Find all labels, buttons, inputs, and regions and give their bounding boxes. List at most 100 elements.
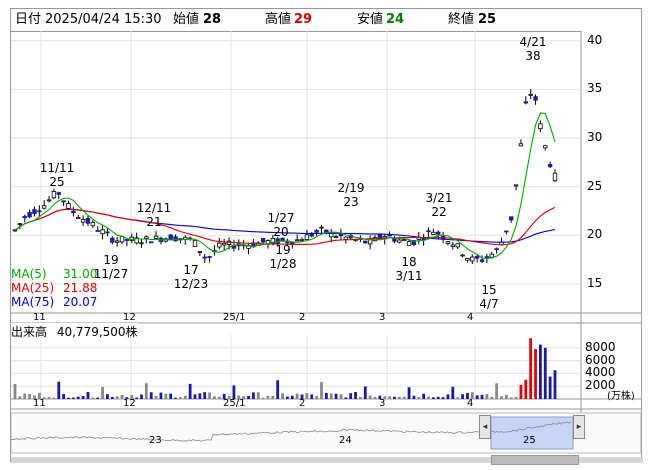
candle-body (192, 239, 198, 247)
annotation-line: 4/21 (519, 35, 547, 49)
volume-bar (407, 387, 411, 399)
volume-bar (359, 397, 362, 399)
volume-bar (320, 382, 323, 399)
volume-bar (71, 397, 75, 399)
month-label: 11 (33, 312, 46, 323)
volume-bar (548, 376, 552, 399)
volume-bar (324, 392, 328, 399)
volume-bar (271, 395, 275, 399)
candle-body (207, 256, 212, 258)
price-tick-label: 40 (587, 32, 603, 47)
month-label: 4 (467, 398, 474, 409)
volume-bar (213, 396, 216, 399)
ma25-label: MA(25) (11, 281, 55, 295)
volume-bar (534, 349, 537, 399)
volume-bar (208, 392, 211, 399)
volume-bar (261, 397, 265, 399)
annotation-line: 12/11 (136, 201, 172, 215)
volume-bar (363, 386, 367, 399)
candle-body (392, 238, 397, 242)
volume-bar (290, 395, 294, 399)
annotation-line: 12/23 (173, 277, 209, 291)
volume-bar (91, 397, 95, 399)
price-tick-label: 35 (587, 81, 603, 96)
volume-bar (495, 383, 499, 399)
volume-bar (553, 370, 557, 399)
candle-body (504, 230, 509, 233)
candle-body (484, 256, 490, 259)
candle-body (17, 223, 23, 226)
volume-bar (305, 393, 309, 399)
candle-body (12, 229, 18, 232)
volume-bar (504, 394, 508, 399)
volume-bar (539, 344, 542, 399)
candle-body (489, 253, 494, 258)
volume-bar (349, 393, 353, 399)
month-label: 12 (123, 312, 136, 323)
volume-bar (106, 394, 109, 399)
candle-body (100, 229, 105, 235)
candle-body (153, 235, 159, 239)
volume-bar (232, 385, 236, 399)
volume-bar (164, 393, 168, 399)
volume-bar (529, 338, 533, 399)
volume-bar (417, 397, 421, 399)
candle-body (246, 245, 251, 249)
volume-bar (96, 397, 100, 399)
scrollbar-thumb[interactable] (491, 455, 579, 465)
candle-body (319, 226, 324, 229)
stock-chart-frame: 日付 2025/04/24 15:30 始値 28 高値 29 安値 24 終値… (10, 8, 643, 465)
candle-body (46, 199, 52, 202)
candle-body (406, 241, 412, 246)
volume-bar (159, 392, 163, 399)
volume-bar (101, 386, 104, 399)
volume-bar (461, 394, 464, 399)
candle-body (333, 236, 339, 239)
month-label: 3 (379, 398, 386, 409)
annotation-line: 3/11 (395, 269, 423, 283)
volume-bar (431, 397, 435, 399)
candle-body (304, 234, 310, 240)
candle-body (71, 210, 76, 214)
volume-bar (500, 396, 503, 399)
ma75-label: MA(75) (11, 295, 55, 309)
annotation-ann-0421: 4/21 38 (513, 35, 553, 63)
volume-bar (18, 396, 22, 399)
nav-left-handle[interactable]: ◂ (479, 415, 491, 439)
candle-body (41, 205, 47, 209)
price-tick-label: 20 (587, 227, 603, 242)
volume-bar (23, 393, 27, 399)
ma-legend: MA(5) 31.00 MA(25) 21.88 MA(75) 20.07 (11, 267, 111, 311)
annotation-ann-1223: 17 12/23 (171, 263, 211, 291)
candle-body (294, 239, 300, 242)
candle-body (22, 215, 27, 219)
annotation-ann-0407: 15 4/7 (469, 283, 509, 311)
annotation-line: 3/21 (425, 191, 453, 205)
volume-bar (310, 394, 314, 399)
volume-bar (393, 396, 396, 399)
candle-body (528, 93, 533, 96)
candle-body (110, 237, 115, 243)
volume-bar (388, 396, 391, 399)
volume-bar (485, 394, 489, 399)
volume-bar (47, 396, 51, 399)
annotation-ann-0321: 3/21 22 (419, 191, 459, 219)
navigator-year-label: 23 (149, 435, 162, 446)
annotation-line: 1/27 (267, 211, 295, 225)
volume-bar (436, 396, 440, 399)
annotation-line: 20 (273, 225, 289, 239)
candle-body (426, 230, 431, 233)
volume-bar (169, 393, 173, 399)
nav-right-handle[interactable]: ▸ (573, 415, 585, 439)
candle-body (314, 229, 319, 233)
candle-body (460, 254, 465, 257)
annotation-ann-1211: 12/11 21 (134, 201, 174, 229)
candle-body (51, 191, 57, 199)
candle-body (450, 244, 456, 247)
volume-bar (524, 379, 528, 399)
candle-body (95, 230, 100, 232)
volume-bar (315, 396, 319, 399)
volume-bar (149, 392, 153, 399)
candle-body (61, 200, 66, 203)
volume-bar (266, 395, 270, 399)
